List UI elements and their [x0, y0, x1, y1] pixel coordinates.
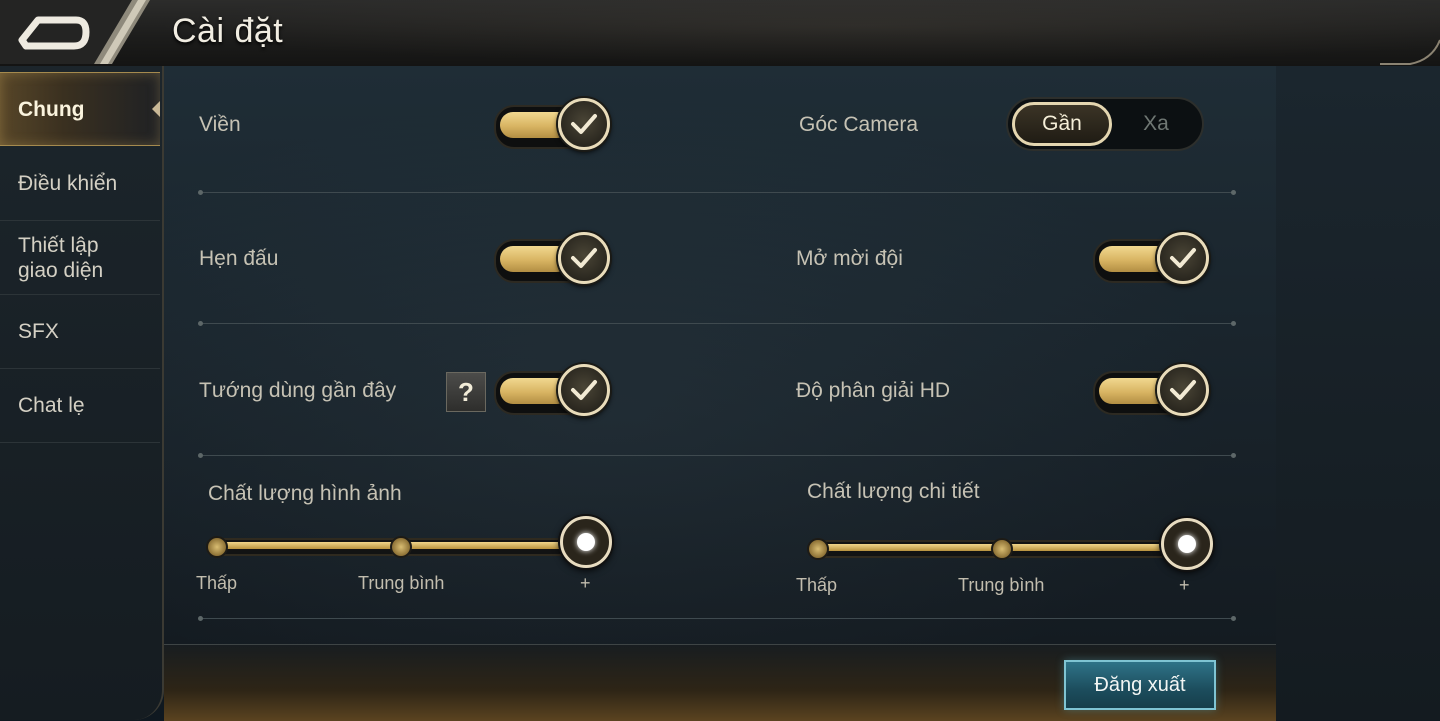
checkmark-icon [558, 98, 610, 150]
do-phan-giai-toggle[interactable] [1093, 364, 1213, 418]
right-margin-panel [1276, 66, 1440, 720]
tick-label-high: + [1179, 575, 1190, 595]
help-question-icon[interactable]: ? [446, 372, 486, 412]
tick-label-mid: Trung bình [358, 573, 445, 593]
checkmark-icon [1157, 232, 1209, 284]
checkmark-icon [558, 232, 610, 284]
camera-angle-switch: Gần Xa [1006, 97, 1204, 151]
back-button[interactable] [0, 0, 150, 64]
detail-quality-label: Chất lượng chi tiết [807, 480, 980, 503]
mo-moi-doi-label: Mở mời đội [796, 247, 903, 270]
slider-stop-low [807, 538, 829, 560]
mo-moi-doi-toggle[interactable] [1093, 232, 1213, 286]
sidebar-item-sfx[interactable]: SFX [0, 295, 160, 369]
tuong-dung-label: Tướng dùng gần đây [199, 379, 397, 402]
tick-label-low: Thấp [796, 575, 838, 595]
camera-option-gan[interactable]: Gần [1012, 102, 1112, 146]
sidebar-item-chat-le[interactable]: Chat lẹ [0, 369, 160, 443]
row-divider [198, 616, 1236, 621]
sidebar-item-label: Điều khiển [18, 172, 118, 195]
checkmark-icon [558, 364, 610, 416]
image-quality-label: Chất lượng hình ảnh [208, 482, 402, 505]
header-corner-ornament [1380, 39, 1440, 65]
logout-button[interactable]: Đăng xuất [1064, 660, 1216, 710]
slider-stop-low [206, 536, 228, 558]
row-divider [198, 321, 1236, 326]
tick-label-low: Thấp [196, 573, 238, 593]
slider-stop-mid [390, 536, 412, 558]
do-phan-giai-label: Độ phân giải HD [796, 379, 951, 402]
row-divider [198, 190, 1236, 195]
vien-toggle[interactable] [494, 98, 614, 152]
tick-label-mid: Trung bình [958, 575, 1045, 595]
hen-dau-toggle[interactable] [494, 232, 614, 286]
vien-label: Viền [199, 113, 241, 136]
back-arrow-icon [0, 0, 150, 64]
image-quality-slider[interactable] [204, 516, 624, 576]
slider-stop-mid [991, 538, 1013, 560]
hen-dau-label: Hẹn đấu [199, 247, 279, 270]
slider-thumb[interactable] [1161, 518, 1213, 570]
sidebar-item-label: Thiết lập giao diện [18, 233, 104, 282]
sidebar: Chung Điều khiển Thiết lập giao diện SFX… [0, 66, 164, 720]
checkmark-icon [1157, 364, 1209, 416]
slider-thumb[interactable] [560, 516, 612, 568]
tick-label-high: + [580, 573, 591, 593]
sidebar-item-label: SFX [18, 320, 59, 343]
camera-option-xa[interactable]: Xa [1112, 102, 1200, 146]
row-divider [198, 453, 1236, 458]
detail-quality-slider[interactable] [805, 518, 1225, 578]
sidebar-item-thiet-lap-giao-dien[interactable]: Thiết lập giao diện [0, 221, 160, 295]
sidebar-item-chung[interactable]: Chung [0, 72, 160, 146]
page-title: Cài đặt [172, 12, 284, 50]
tuong-dung-toggle[interactable] [494, 364, 614, 418]
sidebar-item-dieu-khien[interactable]: Điều khiển [0, 147, 160, 221]
sidebar-item-label: Chung [18, 97, 85, 121]
header-background [150, 0, 1440, 64]
goc-camera-label: Góc Camera [799, 113, 919, 136]
header-bar: Cài đặt [0, 0, 1440, 68]
sidebar-item-label: Chat lẹ [18, 394, 85, 417]
